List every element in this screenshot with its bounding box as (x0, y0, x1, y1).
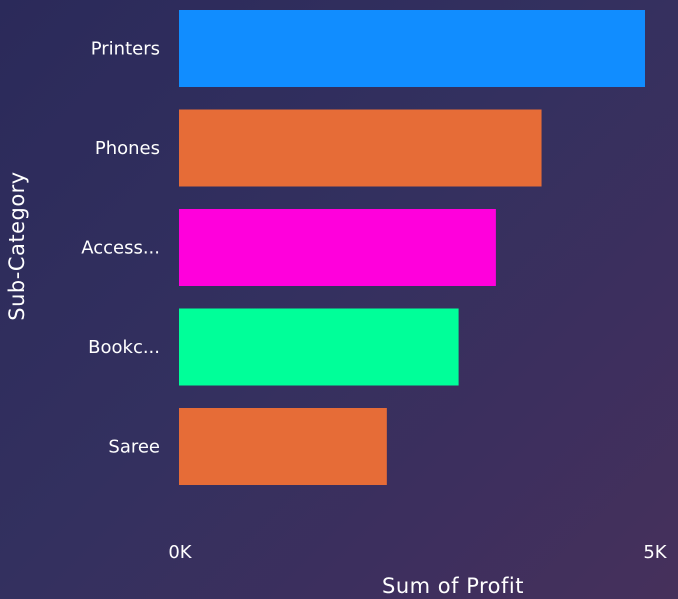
y-axis-title: Sub-Category (5, 171, 29, 320)
bars-group (179, 10, 645, 485)
bar-chart: PrintersPhonesAccess...Bookc...Saree 0K … (5, 10, 668, 598)
x-tick-label-5k: 5K (643, 542, 667, 563)
bar-saree[interactable] (179, 408, 387, 485)
category-label-printers: Printers (91, 39, 160, 60)
bar-bookc[interactable] (179, 308, 459, 386)
bar-printers[interactable] (179, 10, 645, 87)
category-label-access: Access... (81, 238, 160, 259)
x-axis-title: Sum of Profit (382, 574, 524, 598)
category-label-phones: Phones (95, 138, 160, 159)
category-label-bookc: Bookc... (88, 337, 160, 358)
bar-phones[interactable] (179, 109, 542, 187)
x-tick-label-0k: 0K (168, 542, 192, 563)
category-labels: Printers Phones Access... Bookc... Saree (81, 39, 160, 458)
category-label-saree: Saree (108, 437, 160, 458)
bar-access[interactable] (179, 209, 496, 286)
